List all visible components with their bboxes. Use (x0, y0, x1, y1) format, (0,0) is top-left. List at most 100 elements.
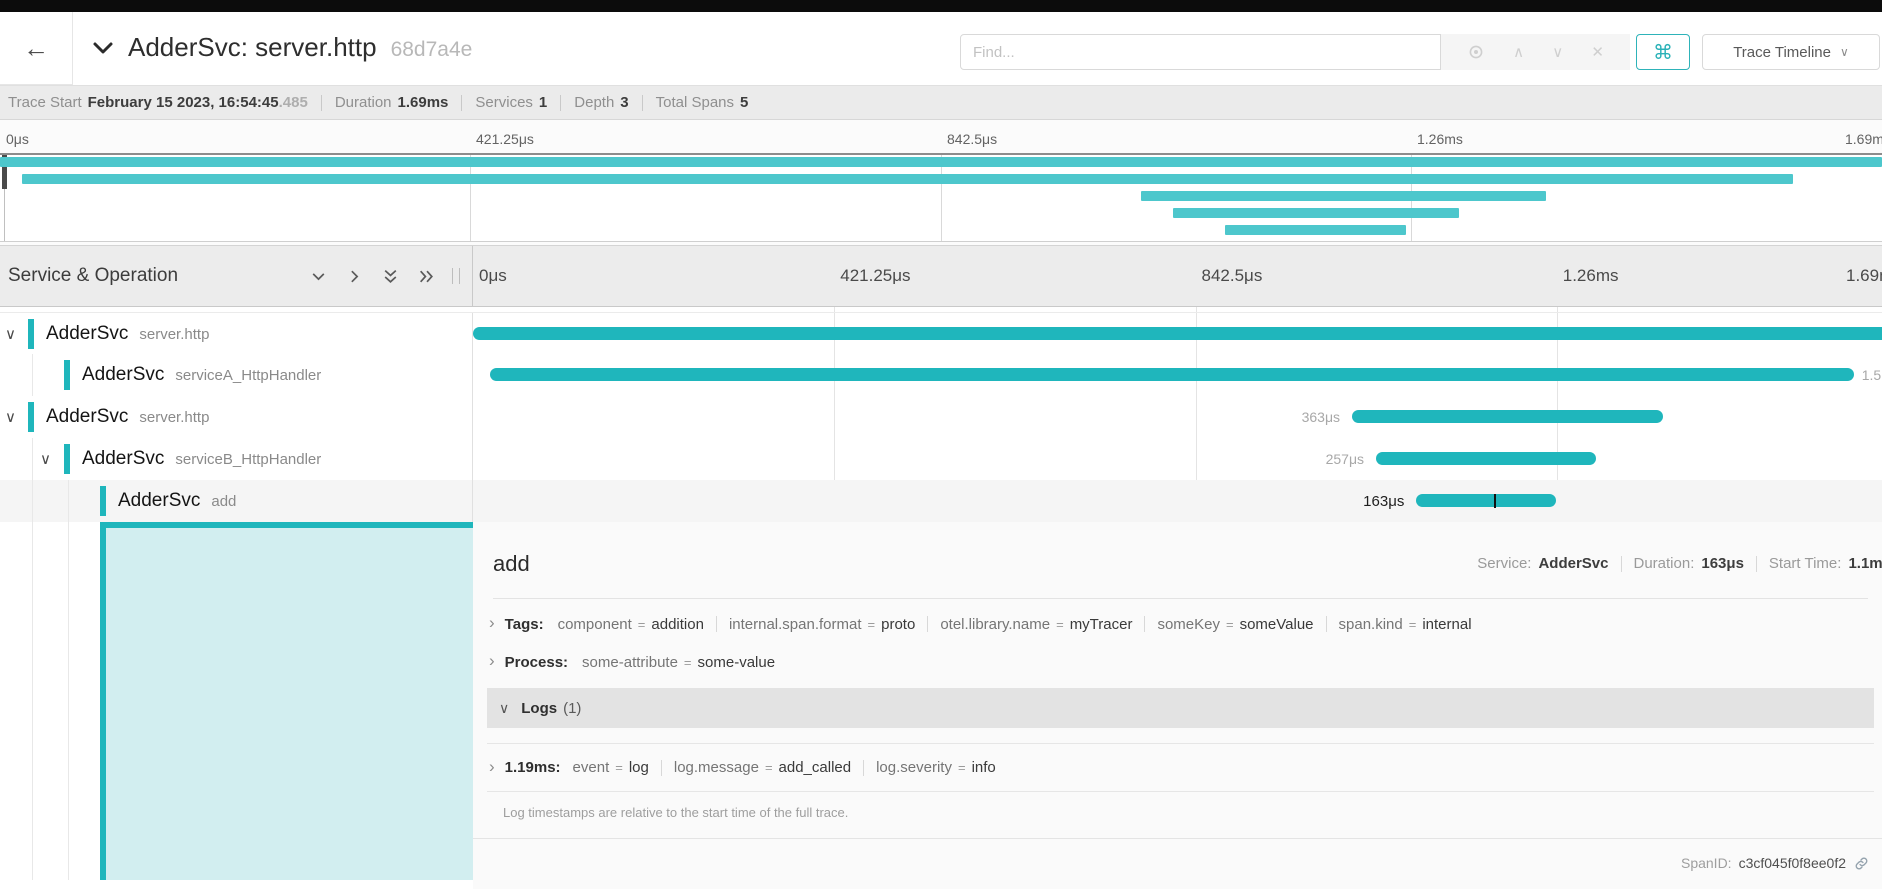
service-name: AdderSvc (118, 490, 200, 512)
divider (461, 95, 462, 111)
service-name: AdderSvc (82, 448, 164, 470)
collapse-all-icon[interactable] (382, 268, 399, 285)
chevron-down-icon[interactable]: ∨ (40, 450, 58, 468)
indent-guide (68, 480, 69, 522)
trace-name: AdderSvc: server.http (128, 32, 377, 63)
span-bar-cell[interactable]: 1.5 (473, 354, 1882, 396)
meta-value-suffix: .485 (279, 94, 308, 111)
indent-guide (68, 522, 69, 880)
service-operation-label: Service & Operation (8, 265, 178, 287)
tag-value: proto (881, 616, 915, 633)
minimap-tick-label: 1.26ms (1417, 131, 1463, 147)
span-name-cell[interactable]: AdderSvcserviceA_HttpHandler (0, 354, 473, 396)
tag-value: log (629, 759, 649, 776)
trace-meta-bar: Trace StartFebruary 15 2023, 16:54:45.48… (0, 85, 1882, 120)
log-entry-row[interactable]: ›1.19ms:event=loglog.message=add_calledl… (487, 743, 1874, 792)
collapse-one-icon[interactable] (310, 268, 327, 285)
meta-label: Total Spans (656, 94, 734, 111)
find-controls: ∧ ∨ ✕ (1441, 34, 1630, 70)
timeline-tick-label: 1.26ms (1563, 266, 1619, 286)
expand-all-icon[interactable] (418, 268, 435, 285)
summary-value: 1.1ms (1848, 555, 1882, 572)
divider (560, 95, 561, 111)
divider (473, 838, 1882, 839)
tag-key: component (558, 616, 632, 633)
prev-match-icon[interactable]: ∧ (1513, 45, 1524, 60)
span-detail-title: add (493, 551, 530, 577)
keyboard-shortcuts-button[interactable]: ⌘ (1636, 34, 1690, 70)
minimap-graph[interactable] (0, 153, 1882, 242)
span-bar-cell[interactable]: 363μs (473, 396, 1882, 438)
span-duration-bar[interactable] (1416, 494, 1556, 507)
logs-count: (1) (563, 700, 581, 717)
indent-guide (32, 438, 33, 480)
kv-section-label: Process: (505, 654, 568, 671)
divider (1756, 556, 1757, 572)
locate-icon[interactable] (1467, 43, 1485, 61)
chevron-down-icon: ∨ (1840, 45, 1849, 59)
span-name-cell[interactable]: ∨AdderSvcserver.http (0, 313, 473, 355)
span-duration-bar[interactable] (490, 368, 1854, 381)
log-timestamp: 1.19ms: (505, 759, 561, 776)
divider (716, 616, 717, 632)
summary-label: Duration: (1634, 555, 1695, 572)
span-bar-cell[interactable]: 163μs (473, 480, 1882, 522)
logs-accordion-header[interactable]: ∨ Logs (1) (487, 688, 1874, 728)
chevron-down-icon[interactable]: ∨ (5, 325, 23, 343)
span-row[interactable]: AdderSvcserviceA_HttpHandler1.5 (0, 354, 1882, 396)
span-name-cell[interactable]: AdderSvcadd (0, 480, 473, 522)
expand-chevron-icon: › (489, 613, 495, 633)
column-resizer-handle[interactable] (452, 268, 460, 284)
span-duration-bar[interactable] (1376, 452, 1596, 465)
divider (863, 760, 864, 776)
expand-one-icon[interactable] (346, 268, 363, 285)
span-duration-bar[interactable] (473, 327, 1882, 340)
span-duration-label: 163μs (1363, 480, 1404, 522)
divider (927, 616, 928, 632)
view-switcher-dropdown[interactable]: Trace Timeline ∨ (1702, 34, 1880, 70)
link-icon[interactable] (1853, 855, 1870, 872)
meta-label: Depth (574, 94, 614, 111)
tag-value: add_called (779, 759, 852, 776)
process-row[interactable]: ›Process:some-attribute=some-value (487, 647, 775, 677)
meta-value: 3 (620, 94, 628, 111)
span-row[interactable]: ∨AdderSvcserviceB_HttpHandler257μs (0, 438, 1882, 480)
summary-value: AdderSvc (1538, 555, 1608, 572)
tag-key: log.message (674, 759, 759, 776)
span-duration-label: 257μs (1326, 438, 1364, 480)
span-rows: ∨AdderSvcserver.httpAdderSvcserviceA_Htt… (0, 307, 1882, 522)
find-input[interactable] (960, 34, 1441, 70)
indent-guide (32, 354, 33, 396)
timeline-tick-label: 421.25μs (840, 266, 910, 286)
span-bar-cell[interactable] (473, 313, 1882, 355)
span-row[interactable]: ∨AdderSvcserver.http (0, 312, 1882, 354)
span-name-cell[interactable]: ∨AdderSvcserviceB_HttpHandler (0, 438, 473, 480)
span-detail-panel: add Service:AdderSvcDuration:163μsStart … (473, 522, 1882, 889)
back-button[interactable]: ← (0, 12, 73, 85)
span-color-accent (28, 319, 34, 349)
log-event-marker[interactable] (1494, 494, 1496, 508)
tags-row[interactable]: ›Tags:component=additioninternal.span.fo… (487, 609, 1472, 639)
minimap-tick-label: 0μs (6, 131, 29, 147)
span-name-cell[interactable]: ∨AdderSvcserver.http (0, 396, 473, 438)
span-bar-cell[interactable]: 257μs (473, 438, 1882, 480)
equals-sign: = (765, 760, 773, 775)
tag-key: internal.span.format (729, 616, 862, 633)
span-row[interactable]: AdderSvcadd 163μs (0, 480, 1882, 522)
span-duration-bar[interactable] (1352, 410, 1663, 423)
minimap-gridline (941, 155, 942, 241)
tag-key: some-attribute (582, 654, 678, 671)
clear-search-icon[interactable]: ✕ (1591, 45, 1604, 60)
span-row[interactable]: ∨AdderSvcserver.http363μs (0, 396, 1882, 438)
next-match-icon[interactable]: ∨ (1552, 45, 1563, 60)
divider (661, 760, 662, 776)
chevron-down-icon[interactable]: ∨ (5, 408, 23, 426)
divider (1621, 556, 1622, 572)
tag-value: someValue (1240, 616, 1314, 633)
divider (1326, 616, 1327, 632)
trace-collapse-toggle[interactable] (92, 38, 118, 58)
tag-value: info (972, 759, 996, 776)
chevron-down-icon (92, 41, 114, 55)
summary-label: Start Time: (1769, 555, 1842, 572)
minimap-span-bar (1225, 225, 1407, 235)
